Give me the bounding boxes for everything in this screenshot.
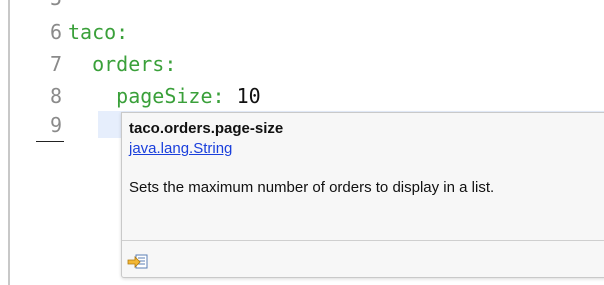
yaml-key: taco: [68, 20, 129, 44]
line-number: 7 [49, 52, 62, 76]
property-description: Sets the maximum number of orders to dis… [129, 179, 495, 196]
code-line[interactable]: orders: [68, 52, 176, 76]
open-declaration-icon[interactable] [127, 252, 149, 270]
line-number: 8 [49, 84, 62, 108]
popup-divider [122, 240, 604, 241]
yaml-key: pageSize: [68, 84, 225, 108]
code-line[interactable]: taco: [68, 20, 128, 44]
line-number: 9 [49, 113, 62, 137]
yaml-key: orders: [68, 52, 177, 76]
line-number-partial: 5 [12, 0, 62, 10]
property-name: taco.orders.page-size [129, 120, 284, 137]
line-number: 6 [49, 20, 62, 44]
current-line-marker [36, 141, 64, 142]
code-line[interactable]: pageSize: 10 [68, 84, 261, 108]
property-type-link[interactable]: java.lang.String [129, 140, 232, 157]
editor-left-border [8, 0, 10, 285]
content-assist-popup[interactable]: taco.orders.page-size java.lang.String S… [121, 112, 604, 278]
yaml-value: 10 [224, 84, 261, 108]
